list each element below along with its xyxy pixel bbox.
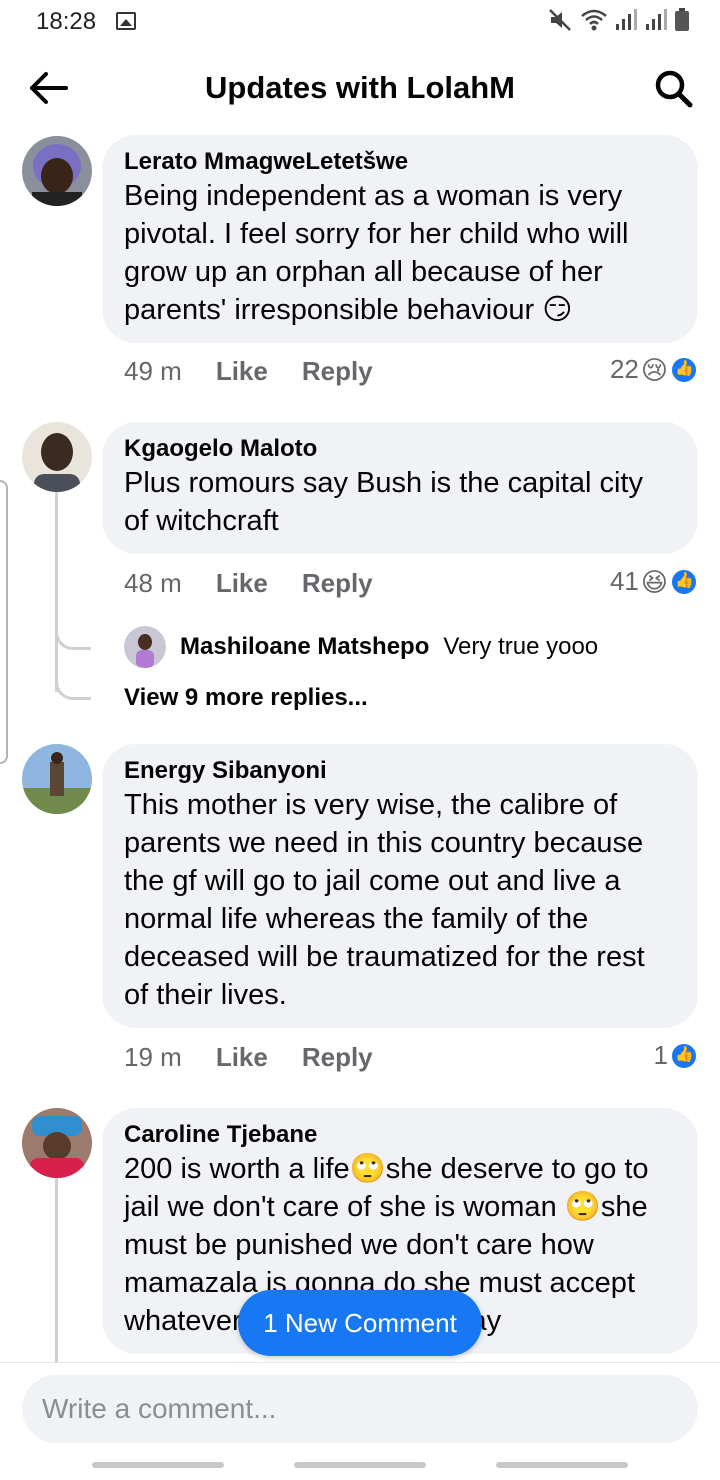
scroll-edge-indicator	[0, 480, 8, 764]
comment-text: Plus romours say Bush is the capital cit…	[124, 464, 676, 540]
thread-line	[55, 492, 58, 692]
avatar[interactable]	[22, 422, 92, 492]
comment-line: of their lives.	[124, 979, 287, 1011]
comment-line: 200 is worth a life🙄she deserve to go to	[124, 1153, 649, 1185]
wifi-icon	[581, 9, 607, 31]
comment-actions: 49 m Like Reply	[124, 356, 373, 387]
like-reaction-icon	[670, 1041, 698, 1070]
reaction-summary[interactable]: 22 😢	[610, 354, 698, 385]
like-button[interactable]: Like	[216, 356, 268, 387]
avatar[interactable]	[22, 1108, 92, 1178]
comment-time: 49 m	[124, 356, 182, 386]
like-reaction-icon	[670, 567, 698, 596]
comment-author[interactable]: Kgaogelo Maloto	[124, 434, 676, 464]
avatar-photo	[22, 744, 92, 814]
avatar[interactable]	[22, 744, 92, 814]
reply-author[interactable]: Mashiloane Matshepo	[180, 633, 429, 661]
mute-icon	[549, 9, 571, 31]
nav-recent-button[interactable]	[92, 1462, 224, 1468]
reaction-count: 22	[609, 354, 639, 384]
signal-icon	[646, 9, 667, 30]
like-reaction-icon	[670, 355, 698, 384]
gallery-icon	[116, 12, 136, 30]
comment-bubble[interactable]: Kgaogelo Maloto Plus romours say Bush is…	[102, 422, 698, 554]
comment-feed[interactable]: Lerato MmagweLetetšwe Being independent …	[0, 126, 720, 1362]
comment-line: jail we don't care of she is woman 🙄she	[124, 1191, 648, 1223]
reaction-count: 1	[653, 1040, 668, 1070]
comment-line: This mother is very wise, the calibre of	[124, 789, 618, 821]
comment-line: pivotal. I feel sorry for her child who …	[124, 218, 629, 250]
avatar[interactable]	[124, 626, 166, 668]
nav-back-button[interactable]	[496, 1462, 628, 1468]
comment-author[interactable]: Caroline Tjebane	[124, 1120, 676, 1150]
reaction-summary[interactable]: 41 😆	[610, 566, 698, 597]
sad-reaction-icon: 😢	[640, 354, 668, 385]
laugh-reaction-icon: 😆	[640, 566, 668, 597]
comment-input[interactable]	[22, 1375, 698, 1443]
like-button[interactable]: Like	[216, 568, 268, 599]
comment-bubble[interactable]: Energy Sibanyoni This mother is very wis…	[102, 744, 698, 1028]
page-title: Updates with LolahM	[205, 70, 515, 105]
comment-actions: 19 m Like Reply	[124, 1042, 373, 1073]
comment-line: parents we need in this country because	[124, 827, 644, 859]
signal-icon	[616, 9, 637, 30]
battery-icon	[675, 8, 689, 31]
comment-line: deceased will be traumatized for the res…	[124, 941, 645, 973]
comment-line: normal life whereas the family of the	[124, 903, 589, 935]
comment-line: parents' irresponsible behaviour 😏	[124, 294, 573, 326]
reply-button[interactable]: Reply	[302, 568, 373, 599]
reaction-count: 41	[609, 566, 639, 596]
comment-author[interactable]: Energy Sibanyoni	[124, 756, 676, 786]
avatar[interactable]	[22, 136, 92, 206]
like-button[interactable]: Like	[216, 1042, 268, 1073]
new-comment-button[interactable]: 1 New Comment	[238, 1290, 482, 1356]
reply-text: Very true yooo	[443, 633, 599, 660]
reply-preview[interactable]: Mashiloane Matshepo Very true yooo	[124, 626, 598, 668]
nav-home-button[interactable]	[294, 1462, 426, 1468]
avatar-photo	[124, 626, 166, 668]
comment-line: must be punished we don't care how	[124, 1229, 594, 1261]
comment-time: 19 m	[124, 1042, 182, 1072]
view-more-replies-link[interactable]: View 9 more replies...	[124, 684, 368, 712]
avatar-photo	[22, 1108, 92, 1178]
system-nav-bar	[0, 1454, 720, 1480]
comment-text: Being independent as a woman is very piv…	[124, 177, 676, 329]
thread-connector	[55, 620, 91, 650]
comment-line: Being independent as a woman is very	[124, 180, 623, 212]
thread-connector	[55, 670, 91, 700]
comment-bubble[interactable]: Lerato MmagweLetetšwe Being independent …	[102, 135, 698, 343]
header: Updates with LolahM	[0, 50, 720, 126]
status-bar: 18:28	[0, 0, 720, 44]
comment-time: 48 m	[124, 568, 182, 598]
comment-line: of witchcraft	[124, 505, 279, 537]
comment-line: grow up an orphan all because of her	[124, 256, 603, 288]
search-button[interactable]	[650, 66, 698, 110]
comment-text: This mother is very wise, the calibre of…	[124, 786, 676, 1014]
avatar-photo	[22, 136, 92, 206]
comment-line: the gf will go to jail come out and live…	[124, 865, 621, 897]
status-icons	[548, 8, 690, 32]
comment-author[interactable]: Lerato MmagweLetetšwe	[124, 147, 676, 177]
avatar-photo	[22, 422, 92, 492]
thread-line	[55, 1178, 58, 1362]
comment-actions: 48 m Like Reply	[124, 568, 373, 599]
status-time: 18:28	[36, 8, 97, 35]
comment-line: Plus romours say Bush is the capital cit…	[124, 467, 643, 499]
reaction-summary[interactable]: 1	[654, 1040, 698, 1071]
comment-composer	[0, 1362, 720, 1480]
reply-button[interactable]: Reply	[302, 1042, 373, 1073]
reply-button[interactable]: Reply	[302, 356, 373, 387]
search-icon	[655, 70, 693, 108]
